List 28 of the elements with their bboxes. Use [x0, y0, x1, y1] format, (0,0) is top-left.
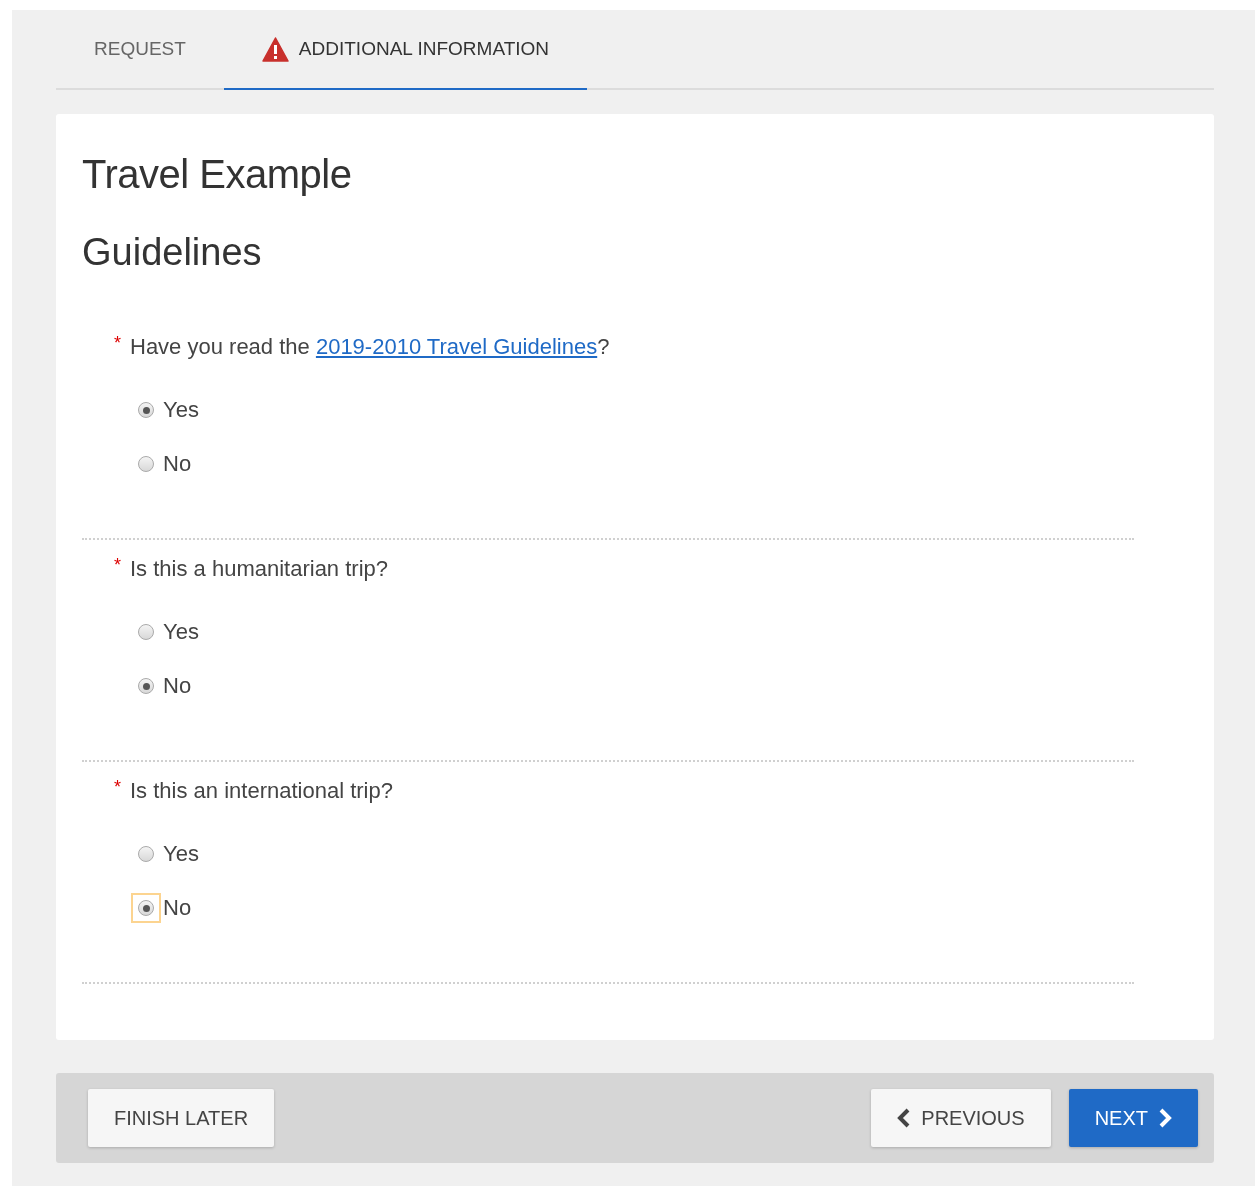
tab[interactable]: REQUEST	[56, 10, 224, 90]
next-button[interactable]: NEXT	[1068, 1089, 1198, 1147]
section-heading: Guidelines	[82, 231, 263, 274]
radio-button[interactable]	[138, 624, 154, 640]
required-marker: *	[114, 777, 121, 798]
tab[interactable]: ADDITIONAL INFORMATION	[223, 10, 588, 90]
radio-button[interactable]	[138, 456, 154, 472]
question-text: Is this an international trip?	[130, 778, 394, 804]
required-marker: *	[114, 333, 121, 354]
option-label: Yes	[163, 841, 199, 867]
chevron-left-icon	[897, 1108, 912, 1128]
required-marker: *	[114, 555, 121, 576]
radio-button[interactable]	[138, 900, 154, 916]
previous-button[interactable]: PREVIOUS	[871, 1089, 1051, 1147]
option-label: No	[163, 673, 192, 699]
option-label: Yes	[163, 397, 199, 423]
finish-later-button[interactable]: FINISH LATER	[88, 1089, 275, 1147]
form-title: Travel Example	[82, 152, 353, 197]
chevron-right-icon	[1158, 1108, 1172, 1128]
option-label: No	[163, 895, 192, 921]
radio-button[interactable]	[138, 402, 154, 418]
radio-button[interactable]	[138, 846, 154, 862]
question-text: Have you read the 2019-2010 Travel Guidelines?	[130, 334, 611, 360]
option-label: No	[163, 451, 192, 477]
guidelines-link[interactable]: 2019-2010 Travel Guidelines	[315, 334, 598, 359]
radio-button[interactable]	[138, 678, 154, 694]
question-text: Is this a humanitarian trip?	[130, 556, 390, 582]
option-label: Yes	[163, 619, 199, 645]
